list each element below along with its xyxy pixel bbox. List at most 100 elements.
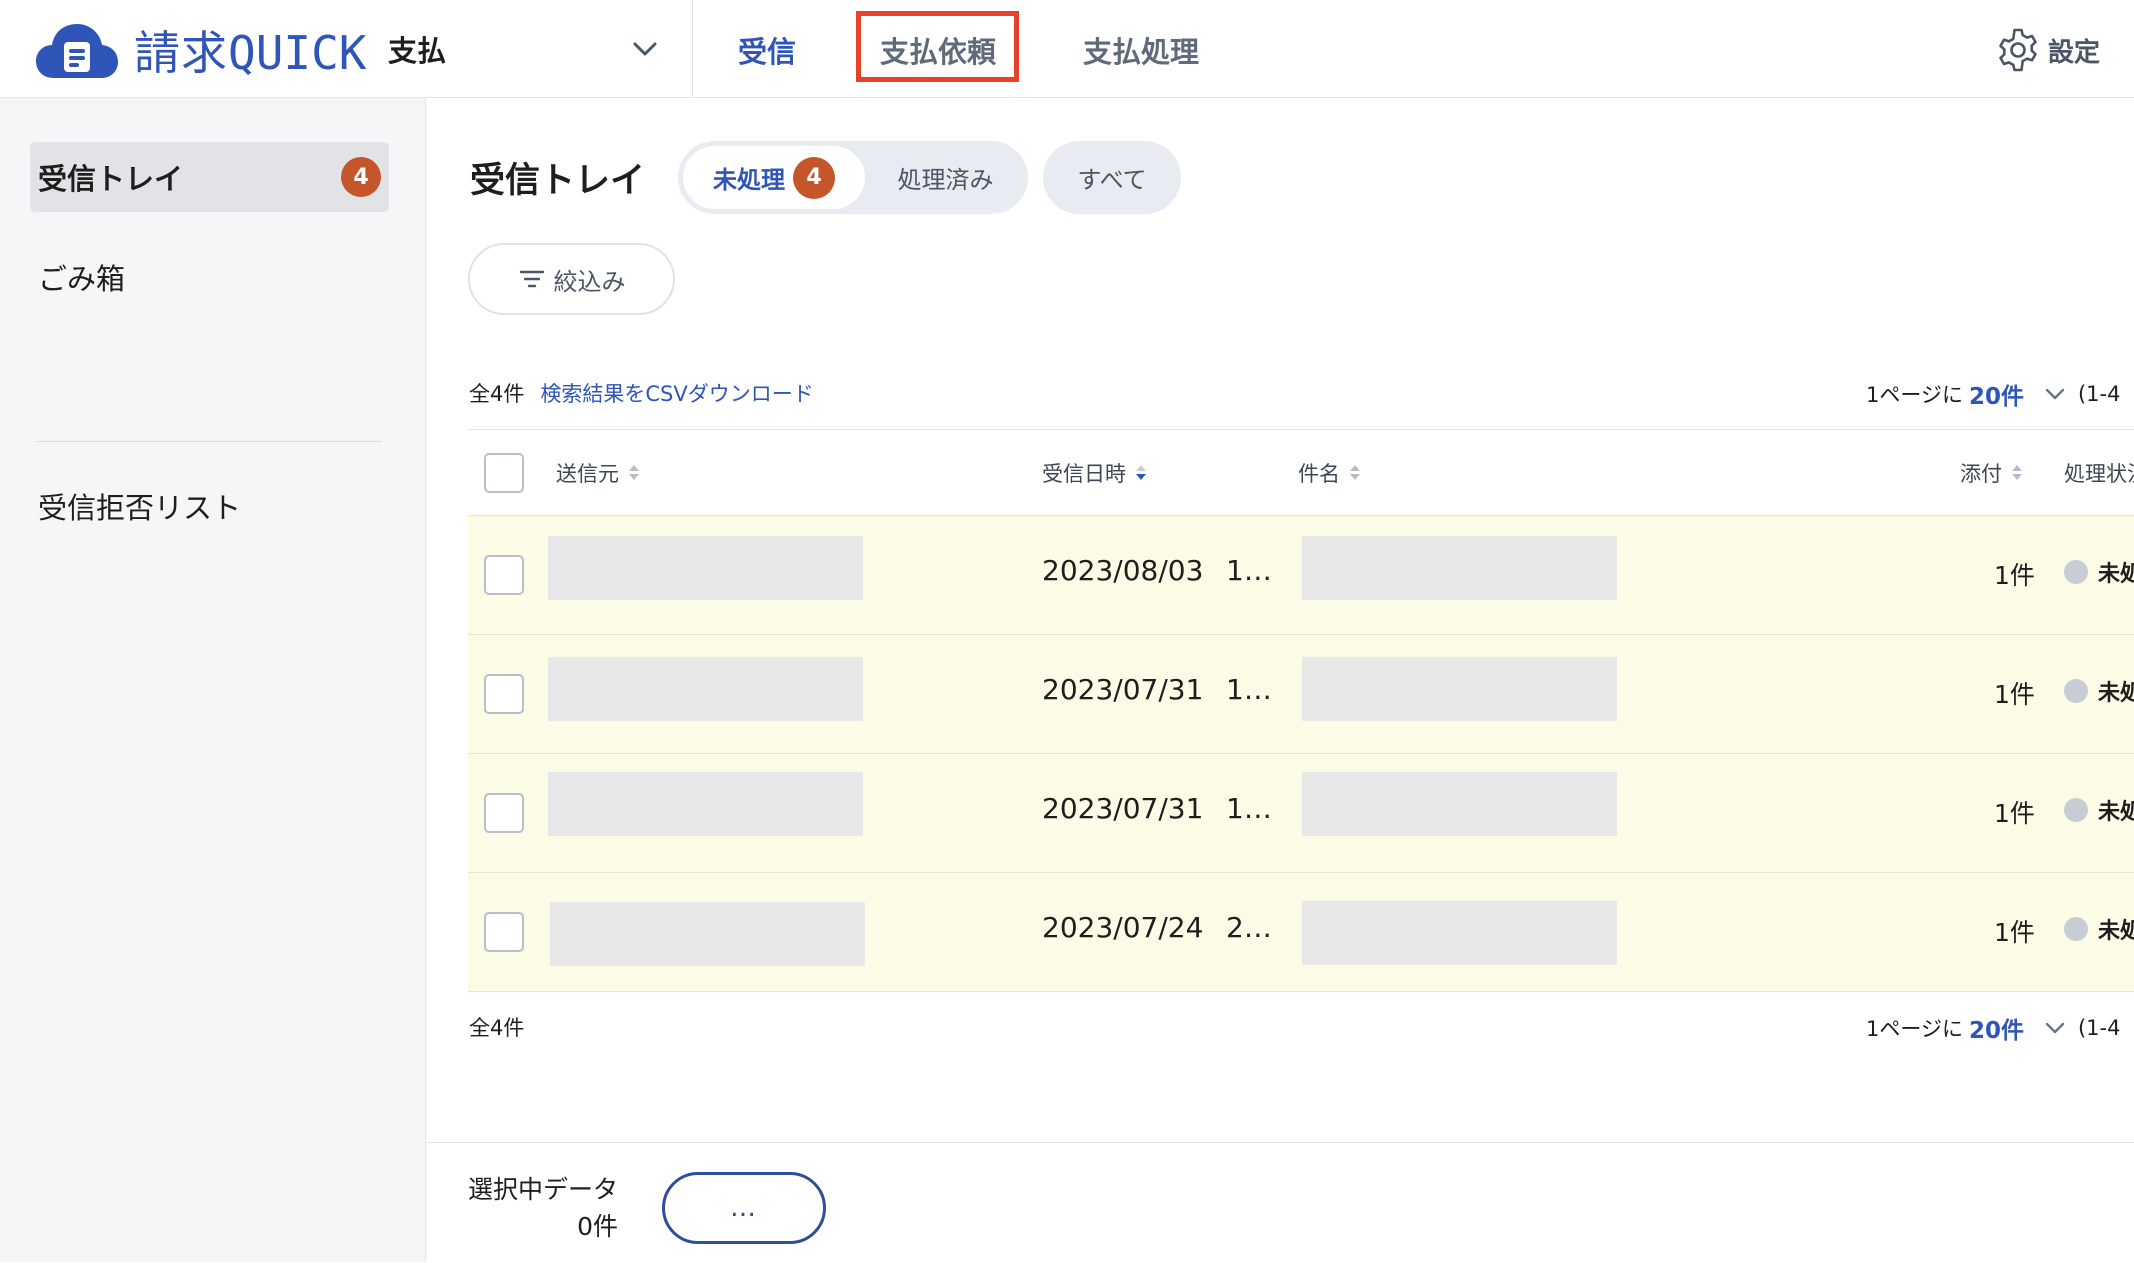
selection-summary: 選択中データ 0件 <box>468 1171 618 1245</box>
segment-unprocessed[interactable]: 未処理 4 <box>683 146 865 209</box>
tab-receive[interactable]: 受信 <box>712 22 822 78</box>
sidebar-divider <box>36 441 382 442</box>
column-sender[interactable]: 送信元 <box>556 430 639 515</box>
invoice-table: 送信元 受信日時 件名 添付 処理状況 2023/08/03 1… 1件 未処理… <box>468 429 2134 992</box>
column-sender-label: 送信元 <box>556 461 619 486</box>
status-label: 未処理 <box>2098 800 2134 825</box>
redacted-sender <box>550 902 865 966</box>
result-summary-bottom: 全4件 <box>469 1012 524 1042</box>
segment-processed[interactable]: 処理済み <box>868 146 1023 209</box>
column-attachments[interactable]: 添付 <box>1960 430 2022 515</box>
per-page-value[interactable]: 20件 <box>1969 1011 2024 1045</box>
selected-count: 0件 <box>577 1212 619 1241</box>
received-time: 1… <box>1226 792 1272 825</box>
more-icon: … <box>730 1193 758 1223</box>
filter-icon <box>519 270 544 288</box>
received-date: 2023/07/31 <box>1042 673 1204 706</box>
table-row[interactable]: 2023/07/31 1… 1件 未処理 <box>468 635 2134 754</box>
redacted-subject <box>1302 536 1617 600</box>
page-range: (1-4 <box>2077 382 2121 406</box>
status-cell: 未処理 <box>2064 675 2134 707</box>
redacted-sender <box>548 536 863 600</box>
chevron-down-icon[interactable] <box>2044 1021 2066 1035</box>
sort-desc-icon[interactable] <box>1136 465 1146 480</box>
column-received-at[interactable]: 受信日時 <box>1042 430 1146 515</box>
mode-dropdown-label: 支払 <box>388 34 447 68</box>
sort-icon[interactable] <box>2012 465 2022 480</box>
attachment-count: 1件 <box>1994 918 2035 947</box>
selection-action-bar: 選択中データ 0件 … <box>426 1142 2134 1263</box>
page-range: (1-4 <box>2077 1016 2121 1040</box>
total-count: 全4件 <box>469 1016 525 1040</box>
settings-label: 設定 <box>2048 37 2101 68</box>
redacted-subject <box>1302 901 1617 965</box>
status-dot-icon <box>2064 560 2088 584</box>
more-actions-button[interactable]: … <box>662 1172 826 1244</box>
status-dot-icon <box>2064 679 2088 703</box>
per-page-prefix: 1ページに <box>1866 383 1963 407</box>
sidebar-item-label: ごみ箱 <box>38 262 126 296</box>
app-name: 請求QUICK <box>134 17 366 83</box>
per-page-selector-bottom: 1ページに 20件 (1-4 <box>1866 1011 2120 1045</box>
received-time: 1… <box>1226 554 1272 587</box>
select-all-cell <box>484 430 524 515</box>
attachment-count: 1件 <box>1994 680 2035 709</box>
per-page-prefix: 1ページに <box>1866 1017 1963 1041</box>
table-row[interactable]: 2023/07/31 1… 1件 未処理 <box>468 754 2134 873</box>
sidebar-item-block-list[interactable]: 受信拒否リスト <box>30 471 389 541</box>
status-label: 未処理 <box>2098 919 2134 944</box>
row-checkbox[interactable] <box>484 793 524 833</box>
column-subject-label: 件名 <box>1298 461 1340 486</box>
status-segmented-control: 未処理 4 処理済み <box>678 141 1028 214</box>
sidebar-item-inbox[interactable]: 受信トレイ 4 <box>30 142 389 212</box>
app-name-kanji: 請求 <box>134 26 228 80</box>
status-cell: 未処理 <box>2064 794 2134 826</box>
filter-button[interactable]: 絞込み <box>468 243 675 315</box>
mode-dropdown[interactable]: 支払 <box>388 24 658 74</box>
column-subject[interactable]: 件名 <box>1298 430 1360 515</box>
chevron-down-icon[interactable] <box>2044 387 2066 401</box>
row-checkbox[interactable] <box>484 912 524 952</box>
attachment-count: 1件 <box>1994 561 2035 590</box>
status-dot-icon <box>2064 917 2088 941</box>
received-date: 2023/07/24 <box>1042 911 1204 944</box>
per-page-value[interactable]: 20件 <box>1969 377 2024 411</box>
sidebar-item-trash[interactable]: ごみ箱 <box>30 242 389 312</box>
top-header: 請求QUICK 支払 受信 支払依頼 支払処理 設定 <box>0 0 2134 98</box>
csv-download-link[interactable]: 検索結果をCSVダウンロード <box>540 378 813 408</box>
redacted-subject <box>1302 772 1617 836</box>
app-name-latin: QUICK <box>228 26 367 80</box>
unprocessed-count-badge: 4 <box>793 156 835 199</box>
app-logo[interactable]: 請求QUICK <box>34 18 366 82</box>
inbox-count-badge: 4 <box>341 157 381 197</box>
redacted-sender <box>548 772 863 836</box>
sort-icon[interactable] <box>1350 465 1360 480</box>
per-page-selector-top: 1ページに 20件 (1-4 <box>1866 377 2120 411</box>
status-cell: 未処理 <box>2064 556 2134 588</box>
sort-icon[interactable] <box>629 465 639 480</box>
segment-label: 未処理 <box>713 166 785 194</box>
row-checkbox[interactable] <box>484 555 524 595</box>
header-divider <box>692 0 693 97</box>
selected-data-label: 選択中データ <box>468 1175 619 1204</box>
status-label: 未処理 <box>2098 562 2134 587</box>
received-time: 1… <box>1226 673 1272 706</box>
redacted-subject <box>1302 657 1617 721</box>
tab-payment-request[interactable]: 支払依頼 <box>862 22 1014 78</box>
redacted-sender <box>548 657 863 721</box>
filter-label: 絞込み <box>553 267 626 296</box>
total-count: 全4件 <box>469 382 525 406</box>
segment-all[interactable]: すべて <box>1043 141 1181 214</box>
sidebar: 受信トレイ 4 ごみ箱 受信拒否リスト <box>0 98 426 1262</box>
settings-button[interactable]: 設定 <box>1994 22 2100 78</box>
column-status[interactable]: 処理状況 <box>2064 430 2134 515</box>
table-row[interactable]: 2023/08/03 1… 1件 未処理 <box>468 516 2134 635</box>
select-all-checkbox[interactable] <box>484 452 524 493</box>
chevron-down-icon <box>633 42 657 56</box>
column-status-label: 処理状況 <box>2064 461 2134 486</box>
row-checkbox[interactable] <box>484 674 524 714</box>
sidebar-item-label: 受信トレイ <box>38 162 184 196</box>
table-row[interactable]: 2023/07/24 2… 1件 未処理 <box>468 873 2134 992</box>
column-attachments-label: 添付 <box>1960 461 2002 486</box>
tab-payment-processing[interactable]: 支払処理 <box>1060 22 1222 78</box>
